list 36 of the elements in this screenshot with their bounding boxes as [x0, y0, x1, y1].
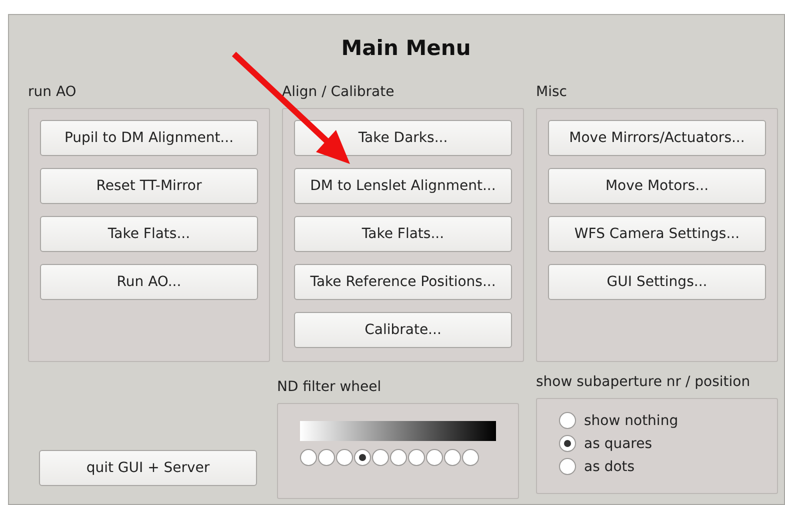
window-title: Main Menu [340, 35, 472, 62]
menu-button[interactable]: Calibrate... [294, 312, 512, 348]
menu-button[interactable]: Move Mirrors/Actuators... [548, 120, 766, 156]
radio-button[interactable] [318, 449, 335, 466]
group-label: ND filter wheel [277, 378, 382, 396]
group-label: run AO [28, 83, 78, 101]
menu-button[interactable]: WFS Camera Settings... [548, 216, 766, 252]
radio-button[interactable] [559, 412, 576, 429]
menu-button[interactable]: Reset TT-Mirror [40, 168, 258, 204]
menu-button[interactable]: Move Motors... [548, 168, 766, 204]
menu-button[interactable]: Take Flats... [40, 216, 258, 252]
radio-button[interactable] [444, 449, 461, 466]
menu-button[interactable]: Take Darks... [294, 120, 512, 156]
radio-button[interactable] [559, 458, 576, 475]
menu-button[interactable]: Take Reference Positions... [294, 264, 512, 300]
menu-button[interactable]: Run AO... [40, 264, 258, 300]
menu-button[interactable]: DM to Lenslet Alignment... [294, 168, 512, 204]
menu-button[interactable]: GUI Settings... [548, 264, 766, 300]
group-label: Misc [536, 83, 568, 101]
radio-button[interactable] [426, 449, 443, 466]
quit-button[interactable]: quit GUI + Server [39, 450, 257, 486]
radio-label: as dots [584, 458, 635, 474]
radio-label: show nothing [584, 412, 678, 428]
radio-button[interactable] [408, 449, 425, 466]
radio-button[interactable] [462, 449, 479, 466]
group-label: show subaperture nr / position [536, 373, 752, 391]
radio-button[interactable] [390, 449, 407, 466]
radio-button[interactable] [300, 449, 317, 466]
radio-button[interactable] [372, 449, 389, 466]
radio-label: as quares [584, 436, 652, 452]
radio-button[interactable] [336, 449, 353, 466]
menu-button[interactable]: Take Flats... [294, 216, 512, 252]
radio-button[interactable] [559, 435, 576, 452]
radio-button[interactable] [354, 449, 371, 466]
group-label: Align / Calibrate [282, 83, 396, 101]
menu-button[interactable]: Pupil to DM Alignment... [40, 120, 258, 156]
